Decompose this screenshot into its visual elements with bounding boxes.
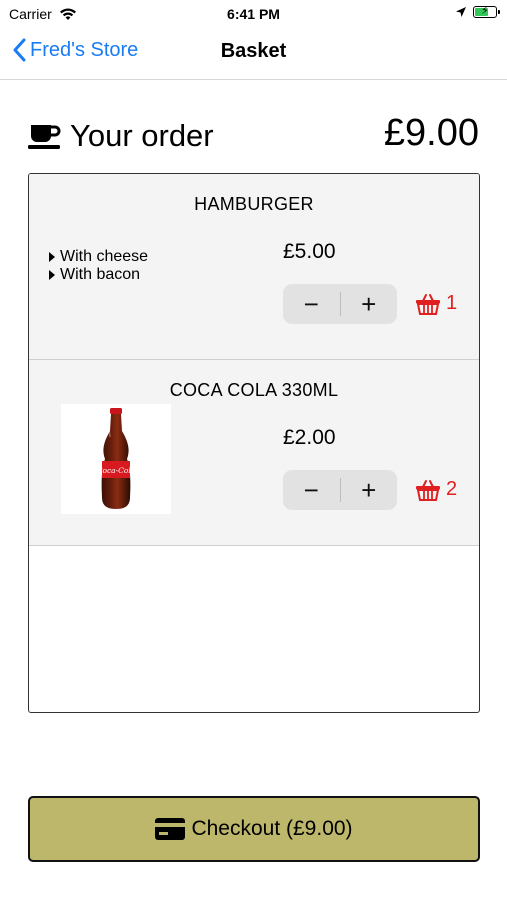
option-item: With cheese — [49, 248, 148, 266]
item-name: COCA COLA 330ML — [169, 380, 339, 400]
increment-button[interactable]: + — [341, 470, 398, 510]
order-total: £9.00 — [383, 112, 479, 154]
page-title: Basket — [220, 40, 287, 62]
basket-icon — [416, 293, 440, 315]
bullet-triangle-icon — [49, 270, 55, 280]
bullet-triangle-icon — [49, 252, 55, 262]
coffee-cup-icon — [28, 125, 61, 149]
status-time: 6:41 PM — [227, 6, 280, 22]
credit-card-icon — [155, 818, 186, 840]
basket-item-coca-cola: COCA COLA 330ML Coca-Cola £2.00 − + 2 — [29, 360, 479, 546]
item-options: With cheese With bacon — [49, 248, 148, 284]
svg-text:Coca-Cola: Coca-Cola — [97, 466, 136, 475]
navigation-bar: Fred's Store Basket — [0, 28, 507, 80]
option-item: With bacon — [49, 266, 148, 284]
item-price: £2.00 — [283, 426, 336, 449]
remove-item-button[interactable]: 1 — [415, 292, 457, 315]
order-header: Your order £9.00 — [28, 112, 479, 162]
checkout-label: Checkout (£9.00) — [191, 817, 353, 840]
remove-item-button[interactable]: 2 — [415, 478, 457, 501]
battery-charging-icon: ⚡ — [473, 5, 500, 18]
checkout-button[interactable]: Checkout (£9.00) — [28, 796, 480, 862]
increment-button[interactable]: + — [341, 284, 398, 324]
item-quantity: 1 — [446, 292, 458, 314]
basket-icon — [416, 479, 440, 501]
decrement-button[interactable]: − — [283, 470, 340, 510]
location-arrow-icon — [456, 7, 466, 17]
quantity-stepper: − + — [283, 284, 397, 324]
quantity-stepper: − + — [283, 470, 397, 510]
item-quantity: 2 — [446, 478, 458, 500]
decrement-button[interactable]: − — [283, 284, 340, 324]
basket-item-hamburger: HAMBURGER With cheese With bacon £5.00 −… — [29, 174, 479, 360]
item-price: £5.00 — [283, 240, 336, 263]
basket-list[interactable]: HAMBURGER With cheese With bacon £5.00 −… — [28, 173, 480, 713]
item-name: HAMBURGER — [194, 194, 314, 214]
status-bar: Carrier 6:41 PM ⚡ — [0, 0, 507, 28]
coca-cola-bottle-image: Coca-Cola — [61, 404, 171, 514]
order-title: Your order — [70, 118, 214, 153]
